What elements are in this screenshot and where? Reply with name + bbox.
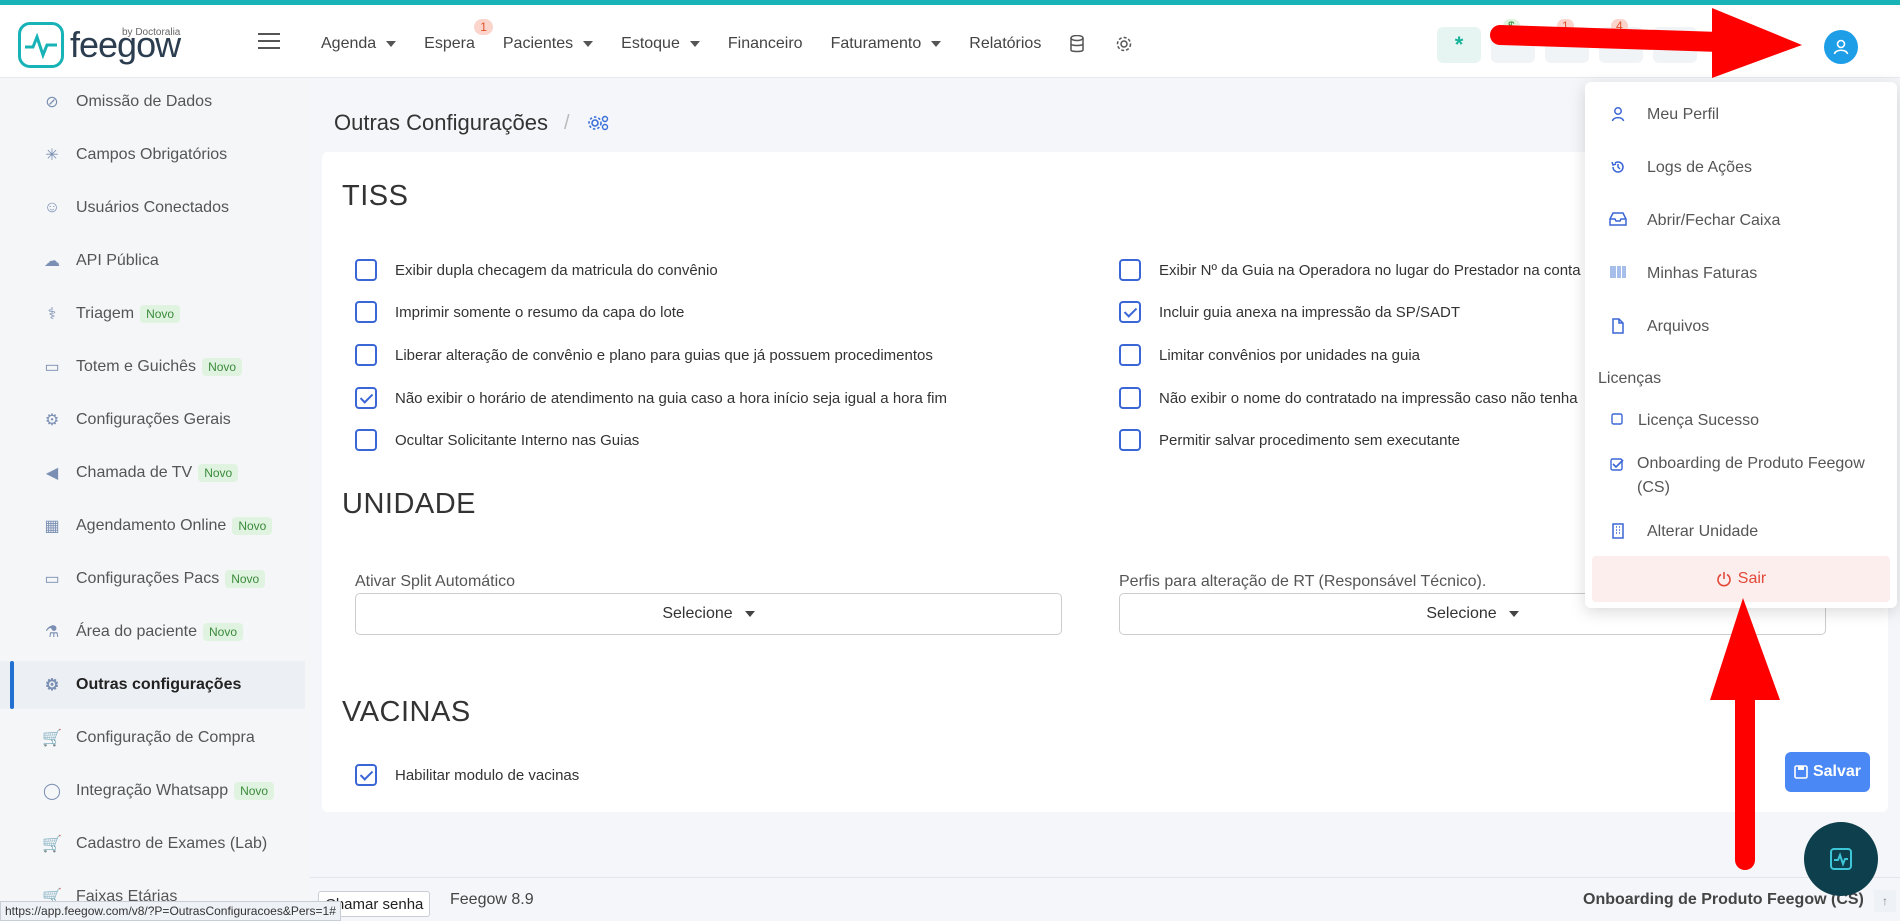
annotation-arrow-up (1710, 598, 1780, 870)
annotation-arrows (1490, 8, 1802, 870)
annotation-arrow-right (1490, 8, 1802, 78)
